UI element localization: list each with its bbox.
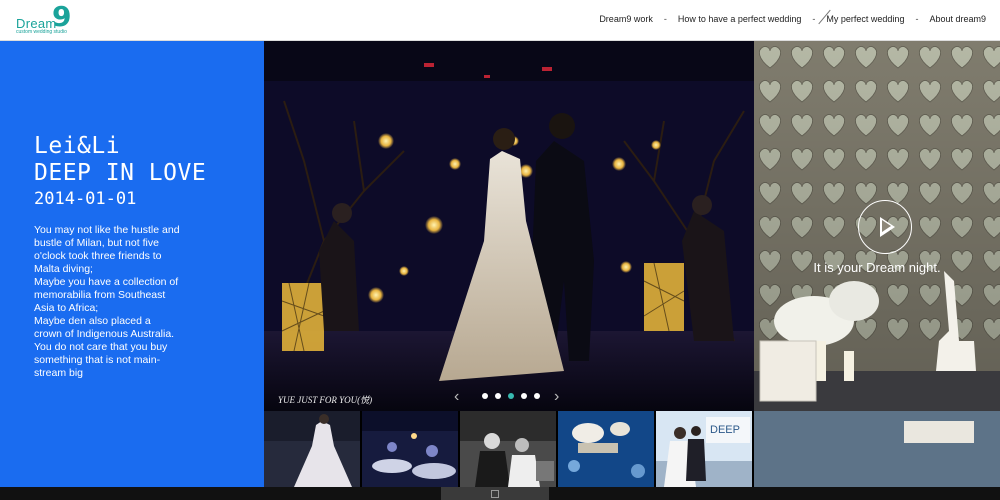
- wedding-photo: [264, 41, 754, 411]
- chevron-right-icon[interactable]: ›: [554, 388, 559, 406]
- nav-item-how-to[interactable]: How to have a perfect wedding: [678, 14, 802, 24]
- thumbnail-reception-hall[interactable]: [362, 411, 458, 487]
- svg-text:DEEP: DEEP: [710, 424, 740, 436]
- slider-dot[interactable]: [482, 393, 488, 399]
- thumbnail-stage-flowers[interactable]: [558, 411, 654, 487]
- nav-separator: -: [663, 14, 667, 24]
- thumbnail-deep-in-love-sign[interactable]: DEEP: [656, 411, 752, 487]
- story-title-heading: DEEP IN LOVE: [34, 160, 207, 186]
- thumbnail-strip: DEEP: [264, 411, 754, 487]
- logo-tagline: custom wedding studio: [16, 29, 67, 35]
- nav-separator: -: [915, 14, 919, 24]
- thumbnail-bw-couple[interactable]: [460, 411, 556, 487]
- nav-item-my-wedding-label: My perfect wedding: [826, 14, 905, 24]
- nav-item-work[interactable]: Dream9 work: [599, 14, 653, 24]
- description-line: Maybe you have a collection of: [34, 276, 179, 288]
- bottom-tab-toggle[interactable]: [441, 487, 549, 500]
- description-line: crown of Indigenous Australia.: [34, 328, 175, 340]
- logo[interactable]: Dream 9 custom wedding studio: [16, 0, 76, 36]
- description-line: Maybe den also placed a: [34, 315, 151, 327]
- thumbnail-bride-dress[interactable]: [264, 411, 360, 487]
- description-line: You may not like the hustle and: [34, 224, 180, 236]
- bottom-bar: [0, 487, 1000, 500]
- chevron-left-icon[interactable]: ‹: [454, 388, 459, 406]
- story-date: 2014-01-01: [34, 189, 137, 209]
- slider-dot[interactable]: [534, 393, 540, 399]
- slider-dots: [482, 393, 540, 399]
- slider-dot-active[interactable]: [508, 393, 514, 399]
- description-line: Asia to Africa;: [34, 302, 99, 314]
- description-line: bustle of Milan, but not five: [34, 237, 159, 249]
- story-title: Lei&Li DEEP IN LOVE: [34, 133, 206, 187]
- slider-dot[interactable]: [521, 393, 527, 399]
- description-line: Malta diving;: [34, 263, 93, 275]
- nav-item-about[interactable]: About dream9: [929, 14, 986, 24]
- play-triangle-inner: [882, 220, 891, 232]
- slider-dot[interactable]: [495, 393, 501, 399]
- play-icon[interactable]: [858, 200, 912, 254]
- photo-slider[interactable]: YUE JUST FOR YOU(悦) ‹ ›: [264, 41, 754, 411]
- site-header: Dream 9 custom wedding studio Dream9 wor…: [0, 0, 1000, 41]
- story-description: You may not like the hustle and bustle o…: [34, 224, 184, 380]
- story-panel: Lei&Li DEEP IN LOVE 2014-01-01 You may n…: [0, 41, 264, 487]
- slide-caption: YUE JUST FOR YOU(悦): [278, 395, 373, 405]
- description-line: You do not care that you buy: [34, 341, 168, 353]
- grid-icon: [491, 490, 499, 498]
- story-title-names: Lei&Li: [34, 133, 121, 159]
- description-line: o'clock took three friends to: [34, 250, 162, 262]
- description-line: stream big: [34, 367, 84, 379]
- video-tagline: It is your Dream night.: [813, 260, 941, 275]
- nav-separator: -: [812, 14, 816, 24]
- nav-item-my-wedding[interactable]: My perfect wedding: [818, 9, 905, 25]
- description-line: memorabilia from Southeast: [34, 289, 166, 301]
- main-nav: Dream9 work - How to have a perfect wedd…: [599, 9, 986, 25]
- video-panel: It is your Dream night.: [754, 41, 1000, 487]
- description-line: something that is not main-: [34, 354, 161, 366]
